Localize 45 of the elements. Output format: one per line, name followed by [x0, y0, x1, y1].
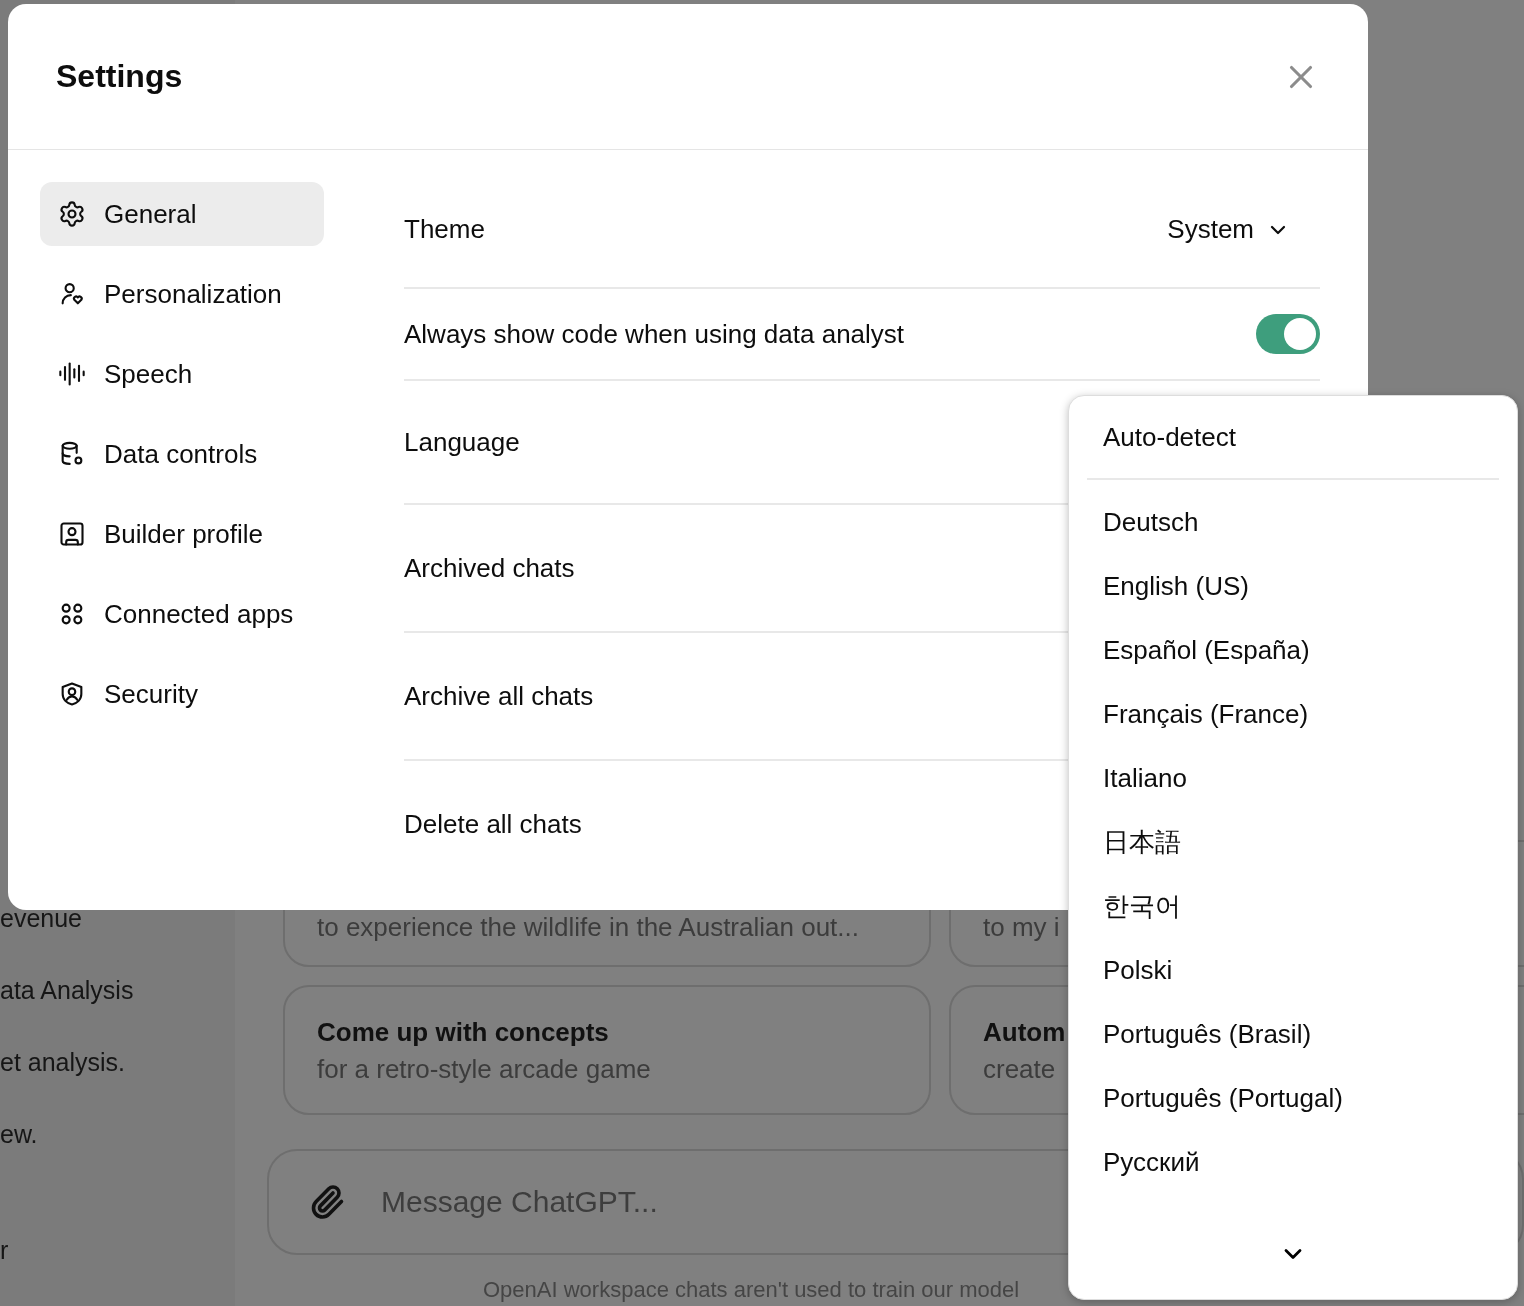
profile-card-icon [58, 520, 86, 548]
setting-label: Theme [404, 214, 485, 245]
dialog-title: Settings [56, 58, 183, 95]
nav-item[interactable]: Speech [40, 342, 324, 406]
menu-option[interactable]: Русский [1087, 1130, 1499, 1194]
suggestion-title: Autom [983, 1017, 1066, 1048]
menu-option[interactable]: Português (Brasil) [1087, 1002, 1499, 1066]
suggestion-card[interactable]: Come up with concepts for a retro-style arcade game [283, 985, 931, 1115]
setting-label: Archived chats [404, 552, 575, 584]
message-input[interactable]: Message ChatGPT... [379, 1184, 983, 1220]
menu-option[interactable]: 日本語 [1087, 810, 1499, 874]
suggestion-subtitle: to experience the wildlife in the Australian out... [317, 912, 859, 943]
menu-option[interactable]: English (US) [1087, 554, 1499, 618]
gear-icon [58, 200, 86, 228]
chat-history-item[interactable]: et analysis. [0, 1044, 126, 1116]
paperclip-icon [309, 1184, 345, 1220]
menu-option[interactable]: Polski [1087, 938, 1499, 1002]
theme-select[interactable]: System [1159, 208, 1320, 251]
menu-option[interactable]: 한국어 [1087, 874, 1499, 938]
nav-item[interactable]: Personalization [40, 262, 324, 326]
chat-history-item[interactable]: ew. [0, 1116, 38, 1188]
auto-detect-option[interactable]: Auto-detect [1087, 396, 1499, 480]
chat-history-item[interactable]: r [0, 1232, 9, 1304]
menu-option[interactable]: Italiano [1087, 746, 1499, 810]
menu-option[interactable]: Español (España) [1087, 618, 1499, 682]
setting-label: Archive all chats [404, 680, 594, 712]
menu-option[interactable]: Português (Portugal) [1087, 1066, 1499, 1130]
setting-label: Always show code when using data analyst [404, 318, 905, 350]
suggestion-title: Come up with concepts [317, 1017, 609, 1048]
nav-item[interactable]: Connected apps [40, 582, 324, 646]
sound-wave-icon [58, 360, 86, 388]
nav-item[interactable]: General [40, 182, 324, 246]
menu-option[interactable]: Deutsch [1087, 490, 1499, 554]
menu-option[interactable]: Français (France) [1087, 682, 1499, 746]
nav-item[interactable]: Builder profile [40, 502, 324, 566]
toggle-switch[interactable] [1256, 314, 1320, 354]
suggestion-subtitle: create [983, 1054, 1056, 1085]
chat-history-item[interactable]: ata Analysis [0, 972, 134, 1044]
setting-label: Delete all chats [404, 808, 582, 840]
suggestion-subtitle: for a retro-style arcade game [317, 1054, 651, 1085]
nav-item[interactable]: Security [40, 662, 324, 726]
nav-item[interactable]: Data controls [40, 422, 324, 486]
footer-note: OpenAI workspace chats aren't used to train our model [483, 1277, 1021, 1303]
suggestion-subtitle: to my i [983, 912, 1060, 943]
setting-label: Language [404, 426, 520, 458]
